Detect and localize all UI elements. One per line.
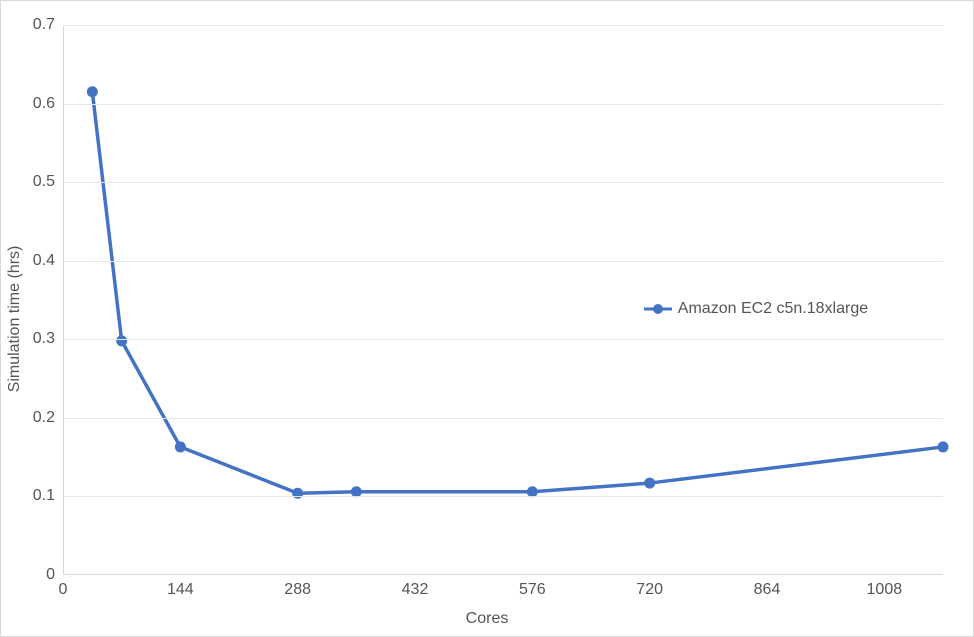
legend: Amazon EC2 c5n.18xlarge — [644, 300, 868, 318]
gridline — [63, 496, 943, 497]
chart-frame: Simulation time (hrs) Amazon EC2 c5n.18x… — [0, 0, 974, 637]
data-point — [117, 336, 127, 346]
y-tick-label: 0.2 — [33, 409, 63, 427]
gridline — [63, 182, 943, 183]
gridline — [63, 25, 943, 26]
series-line — [92, 92, 943, 494]
data-point — [175, 442, 185, 452]
y-tick-label: 0.4 — [33, 252, 63, 270]
y-tick-label: 0.6 — [33, 95, 63, 113]
y-axis-title: Simulation time (hrs) — [6, 245, 24, 392]
gridline — [63, 339, 943, 340]
data-point — [87, 87, 97, 97]
gridline — [63, 261, 943, 262]
x-tick-label: 576 — [519, 575, 546, 599]
legend-label: Amazon EC2 c5n.18xlarge — [678, 300, 868, 318]
y-tick-label: 0.3 — [33, 330, 63, 348]
x-axis-title: Cores — [466, 610, 509, 628]
gridline — [63, 418, 943, 419]
gridline — [63, 104, 943, 105]
x-tick-label: 1008 — [867, 575, 903, 599]
y-tick-label: 0.1 — [33, 487, 63, 505]
x-tick-label: 0 — [59, 575, 68, 599]
x-tick-label: 432 — [402, 575, 429, 599]
legend-dot-icon — [653, 304, 663, 314]
x-tick-label: 720 — [636, 575, 663, 599]
y-tick-label: 0.5 — [33, 173, 63, 191]
data-point — [645, 478, 655, 488]
x-tick-label: 288 — [284, 575, 311, 599]
data-point — [351, 487, 361, 497]
x-tick-label: 864 — [754, 575, 781, 599]
legend-swatch — [644, 303, 672, 315]
x-tick-label: 144 — [167, 575, 194, 599]
data-point — [938, 442, 948, 452]
y-tick-label: 0.7 — [33, 16, 63, 34]
data-point — [527, 487, 537, 497]
plot-area: Amazon EC2 c5n.18xlarge 00.10.20.30.40.5… — [63, 25, 943, 575]
